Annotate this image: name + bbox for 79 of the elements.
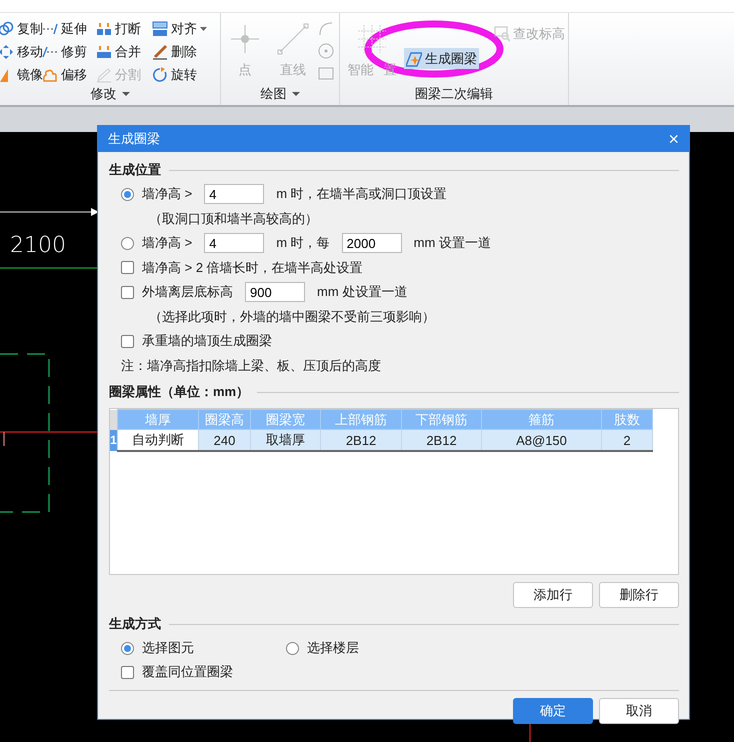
option-label: 覆盖同位置圈梁 <box>142 663 233 681</box>
magnifier-icon <box>494 26 510 42</box>
section-title: 生成方式 <box>109 615 161 633</box>
brush-icon <box>152 44 168 60</box>
toolbar-button[interactable]: 生成圈梁 <box>404 48 479 69</box>
input-field[interactable]: 4 <box>204 233 264 254</box>
radio-button[interactable] <box>121 642 134 654</box>
point-icon <box>229 23 261 55</box>
column-header: 上部钢筋 <box>320 410 402 430</box>
toolbar-button[interactable]: 对齐 <box>150 18 209 39</box>
option-label: 选择楼层 <box>307 639 359 657</box>
row-button[interactable]: 删除行 <box>599 582 679 608</box>
radio-button[interactable] <box>286 642 299 654</box>
radio-button[interactable] <box>121 188 134 201</box>
column-header: 墙厚 <box>118 410 198 430</box>
input-field[interactable]: 2000 <box>342 233 402 254</box>
close-button[interactable]: × <box>666 129 681 149</box>
grid-icon <box>356 23 388 55</box>
caret-icon <box>292 92 300 96</box>
option-label: m 时，在墙半高或洞口顶设置 <box>276 185 447 204</box>
table-cell[interactable]: 2B12 <box>320 430 402 451</box>
line-icon <box>277 23 309 55</box>
blocks-icon <box>96 44 112 60</box>
option-label: mm 处设置一道 <box>317 283 408 302</box>
radio-button[interactable] <box>121 236 134 250</box>
row-button[interactable]: 添加行 <box>513 582 593 608</box>
column-header: 肢数 <box>602 410 652 430</box>
checkbox[interactable] <box>121 286 134 299</box>
align-icon <box>152 20 168 36</box>
group-label: 绘图 <box>221 83 339 105</box>
caret-icon <box>122 92 130 96</box>
section-title: 生成位置 <box>109 161 161 179</box>
toolbar-button[interactable]: 删除 <box>150 41 199 62</box>
column-header: 圈梁高 <box>198 410 250 430</box>
ok-button[interactable]: 确定 <box>513 698 593 724</box>
dimension-text: 2100 <box>10 233 66 258</box>
toolbar-button[interactable]: 打断 <box>94 18 143 39</box>
option-label: m 时，每 <box>276 234 330 252</box>
table-cell[interactable]: 240 <box>198 430 250 451</box>
hint-text: （取洞口顶和墙半高较高的） <box>149 210 318 228</box>
cancel-button[interactable]: 取消 <box>599 698 679 724</box>
column-header: 圈梁宽 <box>250 410 320 430</box>
table-cell[interactable]: 2B12 <box>402 430 482 451</box>
blocks-icon <box>96 20 112 36</box>
table-cell[interactable]: 2 <box>602 430 652 451</box>
group-label: 圈梁二次编辑 <box>414 85 494 103</box>
option-label: 墙净高 > 2 倍墙长时，在墙半高处设置 <box>142 258 363 277</box>
toolbar-button[interactable]: 旋转 <box>150 64 199 85</box>
input-field[interactable]: 4 <box>204 184 264 204</box>
dialog-title: 生成圈梁 <box>108 130 160 148</box>
option-label: 墙净高 > <box>142 185 192 204</box>
column-header: 下部钢筋 <box>402 410 482 430</box>
table-cell[interactable]: 自动判断 <box>118 430 198 451</box>
rotate-icon <box>152 66 168 82</box>
toolbar-button[interactable]: 复制 <box>0 18 45 39</box>
table-cell[interactable]: 取墙厚 <box>250 430 320 451</box>
option-label: 承重墙的墙顶生成圈梁 <box>142 332 272 350</box>
hint-text: （选择此项时，外墙的墙中圈梁不受前三项影响） <box>149 308 435 326</box>
toolbar-button[interactable]: 移动 <box>0 41 45 62</box>
option-label: 外墙离层底标高 <box>142 283 233 302</box>
input-field[interactable]: 900 <box>245 282 305 302</box>
option-label: mm 设置一道 <box>414 234 491 252</box>
circles-icon <box>0 20 14 36</box>
pencil-icon <box>96 66 112 82</box>
checkbox[interactable] <box>121 261 134 274</box>
cloud-icon <box>42 66 58 82</box>
column-header: 箍筋 <box>482 410 602 430</box>
toolbar-button[interactable]: 合并 <box>94 41 143 62</box>
move-icon <box>0 44 14 60</box>
note-text: 注：墙净高指扣除墙上梁、板、压顶后的高度 <box>121 356 381 375</box>
toolbar-button[interactable]: 镜像 <box>0 64 45 85</box>
section-title: 圈梁属性（单位：mm） <box>109 383 250 401</box>
checkbox[interactable] <box>121 666 134 678</box>
checkbox[interactable] <box>121 334 134 348</box>
option-label: 墙净高 > <box>142 234 192 252</box>
parallelogram-icon <box>406 50 422 66</box>
option-label: 选择图元 <box>142 639 194 657</box>
group-label: 修改 <box>0 83 220 105</box>
table-cell[interactable]: A8@150 <box>482 430 602 451</box>
